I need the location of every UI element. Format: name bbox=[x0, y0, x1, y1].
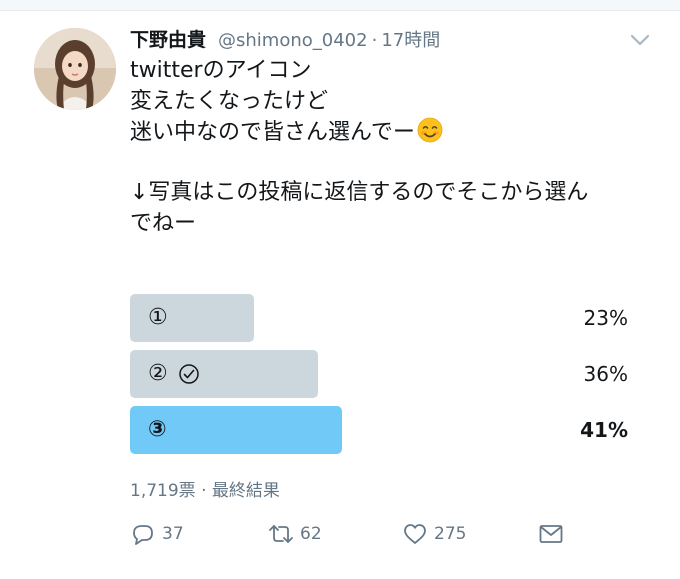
heart-icon bbox=[404, 524, 426, 544]
poll-option-label: ③ bbox=[148, 406, 167, 454]
tweet-text-line: 変えたくなったけど bbox=[130, 88, 329, 114]
poll-option: ② 36% bbox=[130, 350, 630, 398]
tweet-text-line-with-emoji: 迷い中なので皆さん選んでー bbox=[130, 117, 650, 148]
poll-option-percent: 41% bbox=[580, 418, 628, 442]
reply-count: 37 bbox=[162, 524, 184, 544]
retweet-icon bbox=[269, 525, 293, 543]
avatar[interactable] bbox=[34, 28, 116, 110]
poll-option-percent: 36% bbox=[583, 362, 628, 386]
envelope-icon bbox=[539, 525, 563, 543]
tweet-text-line: ↓写真はこの投稿に返信するのでそこから選ん bbox=[130, 180, 589, 206]
tweet-text-line: twitterのアイコン bbox=[130, 58, 312, 83]
avatar-image bbox=[34, 28, 116, 110]
top-divider bbox=[0, 0, 680, 11]
poll-option-winner: ③ 41% bbox=[130, 406, 630, 454]
reply-icon bbox=[133, 525, 153, 545]
like-count: 275 bbox=[434, 524, 467, 544]
poll-option-label: ① bbox=[148, 294, 168, 342]
tweet-text-line: でねー bbox=[130, 210, 197, 236]
poll-option-text: ③ bbox=[148, 417, 167, 442]
smiling-face-emoji-icon bbox=[417, 117, 443, 143]
display-name[interactable]: 下野由貴 bbox=[130, 25, 206, 52]
chevron-down-icon[interactable] bbox=[629, 33, 651, 47]
tweet-text-line: 迷い中なので皆さん選んでー bbox=[130, 120, 415, 146]
separator: · bbox=[371, 30, 378, 51]
poll-option: ① 23% bbox=[130, 294, 630, 342]
poll-option-text: ② bbox=[148, 361, 168, 386]
retweet-count: 62 bbox=[300, 524, 322, 544]
poll-option-label: ② bbox=[148, 350, 200, 398]
tweet-header: 下野由貴 @shimono_0402 · 17時間 bbox=[130, 25, 440, 55]
user-handle[interactable]: @shimono_0402 bbox=[218, 30, 368, 51]
poll-option-percent: 23% bbox=[583, 306, 628, 330]
poll-option-text: ① bbox=[148, 305, 168, 330]
voted-check-icon bbox=[178, 364, 199, 384]
reply-button[interactable]: 37 bbox=[130, 518, 184, 550]
tweet-actions: 37 62 275 bbox=[130, 518, 580, 550]
like-button[interactable]: 275 bbox=[402, 518, 466, 550]
tweet-text-line bbox=[130, 148, 650, 179]
timestamp[interactable]: 17時間 bbox=[381, 26, 440, 52]
tweet-text: twitterのアイコン 変えたくなったけど 迷い中なので皆さん選んでー ↓写真… bbox=[130, 56, 650, 240]
share-button[interactable] bbox=[538, 518, 564, 550]
poll-meta: 1,719票 · 最終結果 bbox=[130, 481, 280, 501]
retweet-button[interactable]: 62 bbox=[268, 518, 322, 550]
